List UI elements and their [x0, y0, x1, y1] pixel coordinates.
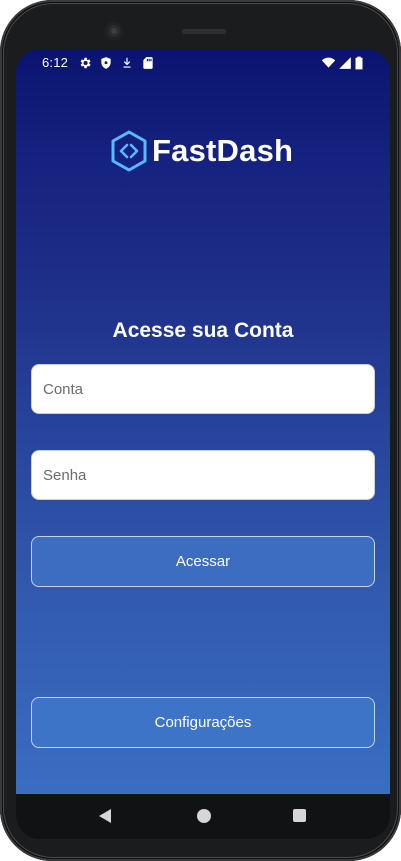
sd-card-icon: [143, 57, 153, 69]
app-logo: FastDash: [110, 129, 310, 173]
home-icon[interactable]: [197, 809, 211, 823]
wifi-icon: [321, 57, 336, 68]
front-camera: [105, 22, 123, 40]
hexagon-code-icon: [111, 130, 147, 172]
phone-frame: 6:12 FastDash Acesse sua Conta Conta Ace…: [0, 0, 401, 861]
android-navigation-bar: [16, 794, 390, 839]
signal-icon: [339, 57, 351, 69]
settings-button[interactable]: Configurações: [31, 697, 375, 748]
battery-icon: [355, 56, 363, 70]
password-input[interactable]: [31, 450, 375, 500]
app-screen: 6:12 FastDash Acesse sua Conta Conta Ace…: [16, 49, 390, 794]
account-input[interactable]: [31, 364, 375, 414]
login-title: Acesse sua Conta: [112, 319, 294, 342]
status-time: 6:12: [42, 55, 69, 70]
gear-icon: [80, 57, 91, 69]
brand-name: FastDash: [152, 133, 294, 168]
login-button[interactable]: Acessar: [31, 536, 375, 587]
back-icon[interactable]: [99, 809, 111, 823]
download-icon: [123, 57, 131, 68]
shield-icon: [101, 57, 111, 69]
status-bar: 6:12: [16, 49, 390, 77]
earpiece-speaker: [182, 29, 226, 34]
recents-icon[interactable]: [293, 809, 306, 822]
